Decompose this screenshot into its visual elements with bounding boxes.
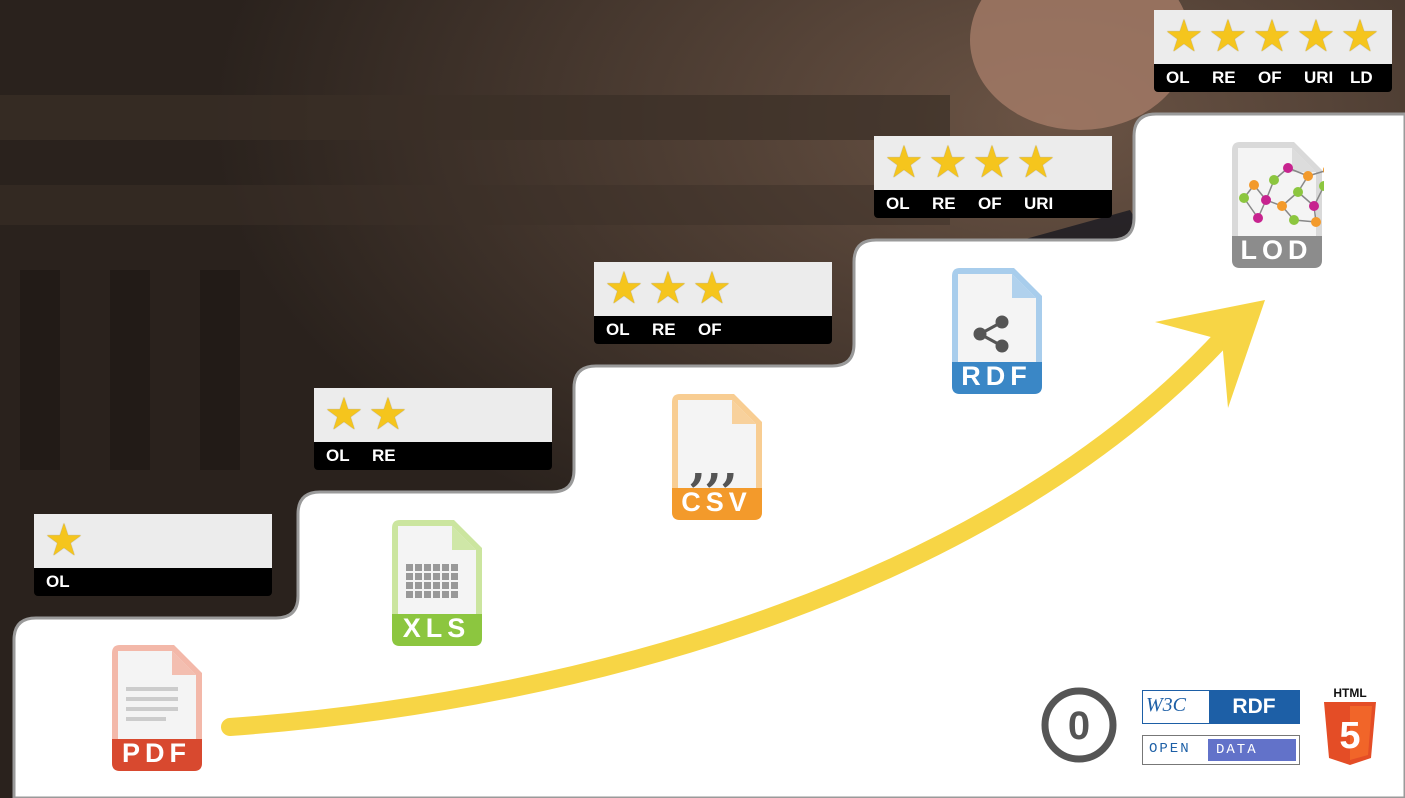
star-rating-badge-1: ★ OL: [34, 514, 272, 596]
data-text: DATA: [1208, 739, 1296, 761]
star-icon: ★: [368, 389, 408, 440]
star-icon: ★: [324, 389, 364, 440]
format-label: RDF: [961, 361, 1032, 391]
criteria-label: OL: [1166, 68, 1190, 87]
criteria-row: OL RE OF: [594, 316, 832, 344]
criteria-label: RE: [652, 320, 676, 339]
criteria-label: OF: [698, 320, 722, 339]
lod-file-icon: LOD: [1224, 140, 1324, 270]
criteria-label: RE: [1212, 68, 1236, 87]
xls-file-icon: XLS: [384, 518, 484, 648]
criteria-label: URI: [1024, 194, 1054, 213]
criteria-label: OL: [606, 320, 630, 339]
star-icon: ★: [928, 137, 968, 188]
star-rating-badge-3: ★ ★ ★ OL RE OF: [594, 262, 832, 344]
star-icon: ★: [884, 137, 924, 188]
star-icon: ★: [604, 263, 644, 314]
criteria-label: RE: [932, 194, 956, 213]
star-icon: ★: [1340, 11, 1380, 62]
html5-logo: HTML 5: [1320, 686, 1380, 768]
format-label: LOD: [1240, 235, 1313, 265]
star-row: ★ ★ ★ ★: [874, 136, 1112, 190]
format-label: PDF: [122, 738, 191, 768]
svg-text:0: 0: [1068, 704, 1090, 748]
star-row: ★ ★ ★: [594, 262, 832, 316]
criteria-label: OF: [978, 194, 1002, 213]
criteria-label: LD: [1350, 68, 1373, 87]
criteria-label: OF: [1258, 68, 1282, 87]
criteria-row: OL RE OF URI: [874, 190, 1112, 218]
criteria-row: OL RE: [314, 442, 552, 470]
star-rating-badge-4: ★ ★ ★ ★ OL RE OF URI: [874, 136, 1112, 218]
svg-text:,,,: ,,,: [690, 437, 738, 491]
star-icon: ★: [44, 515, 84, 566]
rdf-text: RDF: [1209, 691, 1299, 723]
star-icon: ★: [972, 137, 1012, 188]
format-label: XLS: [402, 613, 471, 643]
star-row: ★: [34, 514, 272, 568]
open-data-logo: OPEN DATA: [1142, 735, 1300, 765]
open-text: OPEN: [1149, 741, 1191, 757]
criteria-row: OL: [34, 568, 272, 596]
star-icon: ★: [1164, 11, 1204, 62]
format-label: CSV: [681, 487, 752, 517]
star-rating-badge-5: ★ ★ ★ ★ ★ OL RE OF URI LD: [1154, 10, 1392, 92]
star-icon: ★: [692, 263, 732, 314]
rdf-file-icon: RDF: [944, 266, 1044, 396]
star-row: ★ ★: [314, 388, 552, 442]
w3c-rdf-logo: W3C RDF: [1142, 690, 1300, 724]
pdf-file-icon: PDF: [104, 643, 204, 773]
criteria-row: OL RE OF URI LD: [1154, 64, 1392, 92]
criteria-label: RE: [372, 446, 396, 465]
star-icon: ★: [1208, 11, 1248, 62]
star-rating-badge-2: ★ ★ OL RE: [314, 388, 552, 470]
star-row: ★ ★ ★ ★ ★: [1154, 10, 1392, 64]
star-icon: ★: [1296, 11, 1336, 62]
criteria-label: OL: [46, 572, 70, 591]
criteria-label: OL: [326, 446, 350, 465]
star-icon: ★: [648, 263, 688, 314]
criteria-label: OL: [886, 194, 910, 213]
criteria-label: URI: [1304, 68, 1334, 87]
cc0-logo: 0: [1040, 686, 1118, 764]
w3c-text: W3C: [1146, 694, 1186, 716]
star-icon: ★: [1252, 11, 1292, 62]
csv-file-icon: ,,, CSV: [664, 392, 764, 522]
svg-text:5: 5: [1339, 715, 1360, 757]
star-icon: ★: [1016, 137, 1056, 188]
